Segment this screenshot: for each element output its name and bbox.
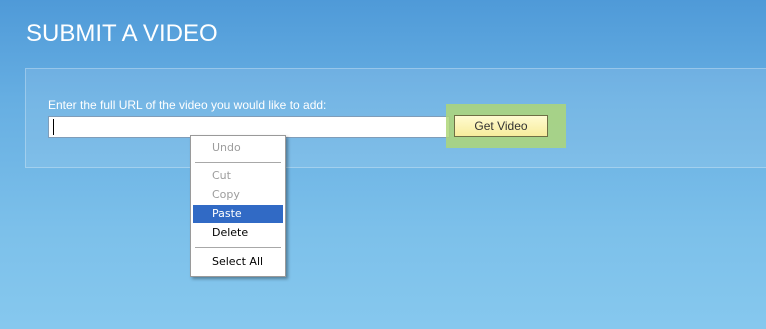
menu-separator	[195, 247, 281, 248]
context-menu: Undo Cut Copy Paste Delete Select All	[190, 135, 286, 277]
text-caret	[53, 119, 54, 135]
url-prompt-label: Enter the full URL of the video you woul…	[48, 98, 327, 112]
menu-item-paste[interactable]: Paste	[193, 205, 283, 223]
menu-item-cut[interactable]: Cut	[193, 167, 283, 185]
get-video-button[interactable]: Get Video	[454, 115, 548, 137]
menu-item-delete[interactable]: Delete	[193, 224, 283, 242]
menu-separator	[195, 162, 281, 163]
menu-item-select-all[interactable]: Select All	[193, 253, 283, 271]
page-title: SUBMIT A VIDEO	[26, 20, 218, 47]
menu-item-undo[interactable]: Undo	[193, 139, 283, 157]
menu-item-copy[interactable]: Copy	[193, 186, 283, 204]
